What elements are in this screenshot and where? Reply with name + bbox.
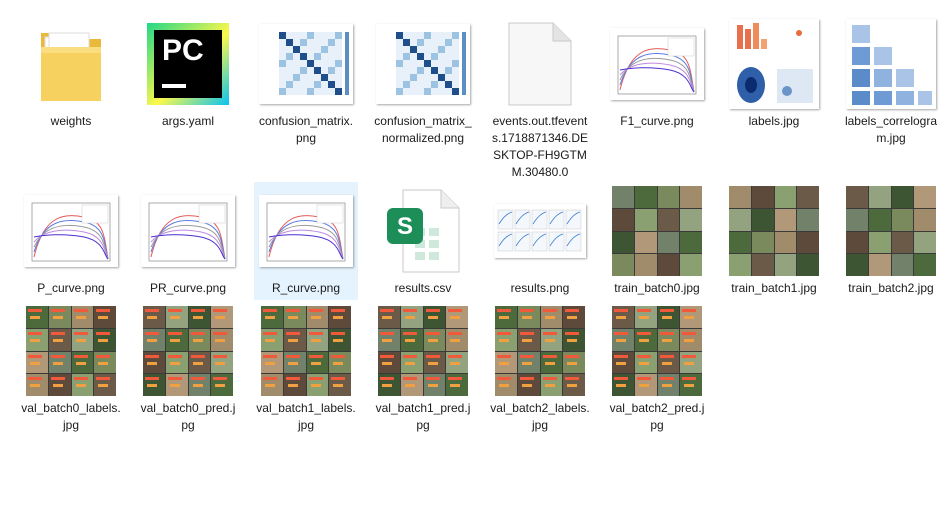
file-name: labels_correlogram.jpg xyxy=(844,114,938,145)
file-item[interactable]: events.out.tfevents.1718871346.DESKTOP-F… xyxy=(488,15,592,181)
file-thumbnail xyxy=(21,304,121,398)
file-name: results.csv xyxy=(394,281,452,295)
file-thumbnail xyxy=(607,184,707,278)
photo-grid-thumbnail-icon xyxy=(729,186,819,276)
file-thumbnail xyxy=(256,17,356,111)
file-item[interactable]: val_batch0_pred.jpg xyxy=(136,302,240,434)
curve-thumbnail-icon xyxy=(610,28,704,100)
file-item[interactable]: confusion_matrix.png xyxy=(254,15,358,147)
detection-grid-thumbnail-icon xyxy=(378,306,468,396)
file-name: val_batch1_labels.jpg xyxy=(256,401,356,432)
file-item[interactable]: val_batch2_pred.jpg xyxy=(605,302,709,434)
file-item[interactable]: val_batch1_labels.jpg xyxy=(254,302,358,434)
file-name: labels.jpg xyxy=(748,114,800,128)
file-name: val_batch0_pred.jpg xyxy=(140,401,236,432)
file-name: PR_curve.png xyxy=(149,281,227,295)
file-item[interactable]: S results.csv xyxy=(371,182,475,297)
file-item[interactable]: results.png xyxy=(488,182,592,297)
file-name: val_batch2_labels.jpg xyxy=(490,401,590,432)
file-item[interactable]: P_curve.png xyxy=(19,182,123,297)
spreadsheet-icon: S xyxy=(387,189,460,273)
file-item[interactable]: val_batch2_labels.jpg xyxy=(488,302,592,434)
file-item[interactable]: val_batch0_labels.jpg xyxy=(19,302,123,434)
file-item[interactable]: PR_curve.png xyxy=(136,182,240,297)
file-name: confusion_matrix_normalized.png xyxy=(374,114,472,145)
file-name: train_batch2.jpg xyxy=(848,281,934,295)
file-item[interactable]: labels_correlogram.jpg xyxy=(839,15,943,147)
file-thumbnail xyxy=(490,17,590,111)
photo-grid-thumbnail-icon xyxy=(846,186,936,276)
file-thumbnail xyxy=(490,184,590,278)
file-name: confusion_matrix.png xyxy=(258,114,354,145)
file-thumbnail xyxy=(256,304,356,398)
file-name: val_batch1_pred.jpg xyxy=(375,401,471,432)
file-name: R_curve.png xyxy=(271,281,341,295)
file-thumbnail xyxy=(607,17,707,111)
file-thumbnail xyxy=(724,184,824,278)
curve-thumbnail-icon xyxy=(141,195,235,267)
file-name: train_batch0.jpg xyxy=(614,281,700,295)
file-thumbnail xyxy=(490,304,590,398)
curve-thumbnail-icon xyxy=(24,195,118,267)
labels-thumbnail-icon xyxy=(729,19,819,109)
detection-grid-thumbnail-icon xyxy=(612,306,702,396)
detection-grid-thumbnail-icon xyxy=(143,306,233,396)
file-item[interactable]: confusion_matrix_normalized.png xyxy=(371,15,475,147)
file-thumbnail xyxy=(841,184,941,278)
file-item[interactable]: train_batch0.jpg xyxy=(605,182,709,297)
file-item[interactable]: train_batch1.jpg xyxy=(722,182,826,297)
file-name: P_curve.png xyxy=(37,281,105,295)
detection-grid-thumbnail-icon xyxy=(495,306,585,396)
document-icon xyxy=(508,22,572,106)
file-name: train_batch1.jpg xyxy=(731,281,817,295)
curve-thumbnail-icon xyxy=(259,195,353,267)
file-name: events.out.tfevents.1718871346.DESKTOP-F… xyxy=(491,114,589,179)
file-name: val_batch0_labels.jpg xyxy=(21,401,121,432)
file-thumbnail: PC xyxy=(138,17,238,111)
file-thumbnail xyxy=(373,17,473,111)
matrix-thumbnail-icon xyxy=(259,24,353,104)
svg-text:S: S xyxy=(397,213,413,240)
file-thumbnail xyxy=(724,17,824,111)
file-thumbnail xyxy=(21,184,121,278)
file-name: weights xyxy=(50,114,92,128)
file-thumbnail xyxy=(21,17,121,111)
photo-grid-thumbnail-icon xyxy=(612,186,702,276)
folder-icon xyxy=(41,32,101,101)
file-name: args.yaml xyxy=(161,114,214,128)
file-item[interactable]: F1_curve.png xyxy=(605,15,709,130)
results-thumbnail-icon xyxy=(494,204,586,258)
file-item[interactable]: train_batch2.jpg xyxy=(839,182,943,297)
matrix-thumbnail-icon xyxy=(376,24,470,104)
file-name: val_batch2_pred.jpg xyxy=(609,401,705,432)
file-item[interactable]: R_curve.png xyxy=(254,182,358,300)
detection-grid-thumbnail-icon xyxy=(261,306,351,396)
file-name: F1_curve.png xyxy=(620,114,694,128)
file-item[interactable]: val_batch1_pred.jpg xyxy=(371,302,475,434)
file-thumbnail xyxy=(373,304,473,398)
file-thumbnail xyxy=(138,184,238,278)
file-thumbnail: S xyxy=(373,184,473,278)
file-thumbnail xyxy=(256,184,356,278)
file-item[interactable]: weights xyxy=(19,15,123,130)
file-item[interactable]: labels.jpg xyxy=(722,15,826,130)
file-name: results.png xyxy=(510,281,570,295)
pycharm-icon: PC xyxy=(147,23,229,105)
file-item[interactable]: PC args.yaml xyxy=(136,15,240,130)
correlogram-thumbnail-icon xyxy=(846,19,936,109)
detection-grid-thumbnail-icon xyxy=(26,306,116,396)
file-thumbnail xyxy=(607,304,707,398)
file-thumbnail xyxy=(841,17,941,111)
file-list-pane: weights PC args.yaml confusion_matrix.pn… xyxy=(0,0,948,525)
file-thumbnail xyxy=(138,304,238,398)
